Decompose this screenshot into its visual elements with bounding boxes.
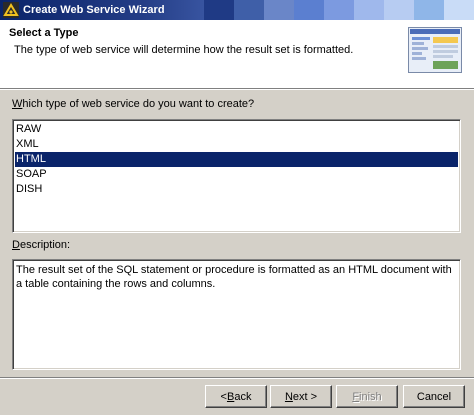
back-button-text: ack <box>234 390 252 403</box>
description-label-text: escription: <box>19 239 71 251</box>
next-button-mnemonic: N <box>284 390 293 403</box>
list-item-dish[interactable]: DISH <box>15 182 458 197</box>
list-item-raw[interactable]: RAW <box>15 122 458 137</box>
wizard-header: Select a Type The type of web service wi… <box>0 20 474 88</box>
type-prompt-text: hich type of web service do you want to … <box>22 98 255 110</box>
wizard-app-icon <box>3 2 19 18</box>
finish-button[interactable]: Finish <box>336 385 398 408</box>
description-box[interactable]: The result set of the SQL statement or p… <box>12 259 461 370</box>
title-bar[interactable]: Create Web Service Wizard <box>0 0 474 20</box>
next-button[interactable]: Next > <box>270 385 332 408</box>
header-divider-highlight <box>0 89 474 90</box>
cancel-button[interactable]: Cancel <box>403 385 465 408</box>
back-button[interactable]: < Back <box>205 385 267 408</box>
web-page-icon <box>408 27 462 73</box>
page-title: Select a Type <box>9 27 79 39</box>
finish-button-mnemonic: F <box>352 390 360 403</box>
description-text: The result set of the SQL statement or p… <box>16 264 452 290</box>
description-mnemonic: D <box>12 239 20 251</box>
list-item-soap[interactable]: SOAP <box>15 167 458 182</box>
service-type-list[interactable]: RAW XML HTML SOAP DISH <box>12 119 461 233</box>
list-item-html[interactable]: HTML <box>15 152 458 167</box>
list-item-xml[interactable]: XML <box>15 137 458 152</box>
finish-button-text: inish <box>359 390 382 403</box>
window-title: Create Web Service Wizard <box>23 4 165 16</box>
type-prompt-mnemonic: W <box>12 98 23 110</box>
type-prompt-label: Which type of web service do you want to… <box>12 98 254 110</box>
footer-divider-highlight <box>0 378 474 379</box>
description-label: Description: <box>12 239 70 251</box>
next-button-text: ext > <box>292 390 318 403</box>
page-subtitle: The type of web service will determine h… <box>14 44 354 56</box>
title-bar-decoration <box>204 0 474 20</box>
back-button-mnemonic: B <box>226 390 235 403</box>
